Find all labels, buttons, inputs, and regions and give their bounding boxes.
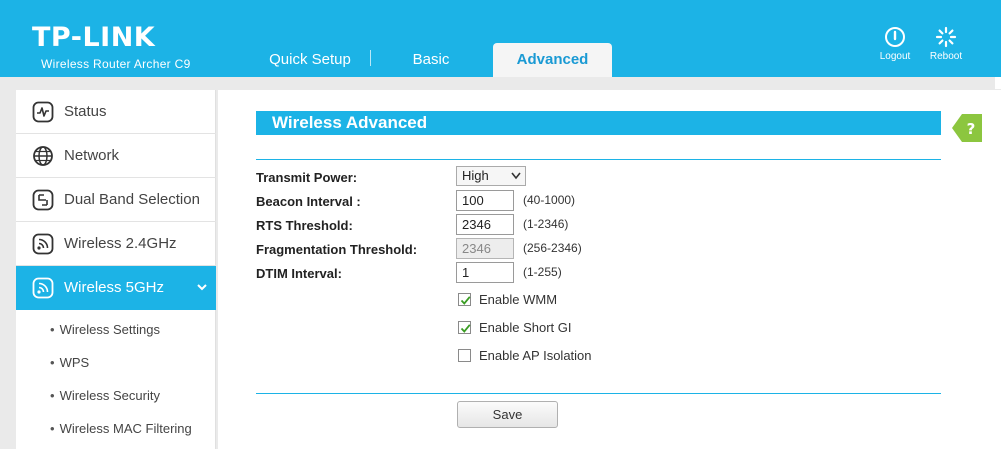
wifi-icon xyxy=(32,233,54,255)
enable-wmm-label: Enable WMM xyxy=(479,292,558,307)
sidebar-item-label: Dual Band Selection xyxy=(64,191,200,208)
submenu-wireless-security[interactable]: Wireless Security xyxy=(50,386,160,406)
submenu-mac-filtering[interactable]: Wireless MAC Filtering xyxy=(50,419,192,439)
model-name: Wireless Router Archer C9 xyxy=(41,57,191,71)
transmit-power-value: High xyxy=(462,168,489,183)
enable-ap-isolation-checkbox[interactable] xyxy=(458,349,471,362)
top-divider xyxy=(256,159,941,160)
enable-short-gi-label: Enable Short GI xyxy=(479,320,572,335)
fragmentation-threshold-label: Fragmentation Threshold: xyxy=(256,242,418,257)
dtim-interval-input[interactable] xyxy=(456,262,514,283)
sidebar-item-dual-band[interactable]: Dual Band Selection xyxy=(16,178,216,222)
enable-short-gi-checkbox[interactable] xyxy=(458,321,471,334)
dtim-interval-label: DTIM Interval: xyxy=(256,266,342,281)
rts-threshold-label: RTS Threshold: xyxy=(256,218,353,233)
submenu-wps[interactable]: WPS xyxy=(50,353,90,373)
reboot-icon xyxy=(935,26,957,48)
main-panel: Wireless Advanced ? Transmit Power: High… xyxy=(218,90,1001,449)
power-icon xyxy=(885,27,905,47)
help-label: ? xyxy=(967,120,976,138)
dtim-interval-range: (1-255) xyxy=(523,265,562,279)
sidebar-item-status[interactable]: Status xyxy=(16,90,216,134)
top-header: TP-LINK Wireless Router Archer C9 Quick … xyxy=(0,0,1001,77)
sidebar-item-label: Network xyxy=(64,147,120,164)
rts-threshold-range: (1-2346) xyxy=(523,217,569,231)
beacon-interval-label: Beacon Interval : xyxy=(256,194,361,209)
sidebar-item-wireless-5[interactable]: Wireless 5GHz xyxy=(16,266,216,310)
brand-logo: TP-LINK xyxy=(32,22,156,53)
beacon-interval-input[interactable] xyxy=(456,190,514,211)
chevron-down-icon xyxy=(511,172,521,180)
submenu-wireless-settings[interactable]: Wireless Settings xyxy=(50,320,160,340)
reboot-button[interactable]: Reboot xyxy=(926,26,966,62)
sidebar-item-wireless-24[interactable]: Wireless 2.4GHz xyxy=(16,222,216,266)
sidebar-item-label: Wireless 5GHz xyxy=(64,279,165,296)
sidebar: Status Network Dual Band Selection Wirel… xyxy=(16,90,216,449)
logout-button[interactable]: Logout xyxy=(875,26,915,62)
tab-divider xyxy=(370,50,371,66)
reboot-label: Reboot xyxy=(929,51,963,62)
checkmark-icon xyxy=(460,324,471,333)
tab-advanced[interactable]: Advanced xyxy=(493,43,612,77)
globe-icon xyxy=(33,146,53,166)
sidebar-item-network[interactable]: Network xyxy=(16,134,216,178)
checkmark-icon xyxy=(460,296,471,305)
header-gap xyxy=(0,77,1001,89)
sidebar-item-label: Wireless 2.4GHz xyxy=(64,235,177,252)
status-icon xyxy=(32,101,54,123)
transmit-power-select[interactable]: High xyxy=(456,166,526,186)
chevron-down-icon xyxy=(197,284,207,291)
logout-label: Logout xyxy=(879,51,911,62)
tab-quick-setup[interactable]: Quick Setup xyxy=(248,43,372,77)
save-button[interactable]: Save xyxy=(457,401,558,428)
fragmentation-threshold-range: (256-2346) xyxy=(523,241,582,255)
transmit-power-label: Transmit Power: xyxy=(256,170,358,185)
section-title: Wireless Advanced xyxy=(256,111,941,135)
tab-basic[interactable]: Basic xyxy=(372,43,490,77)
rts-threshold-input[interactable] xyxy=(456,214,514,235)
enable-wmm-checkbox[interactable] xyxy=(458,293,471,306)
enable-ap-isolation-label: Enable AP Isolation xyxy=(479,348,592,363)
bottom-divider xyxy=(256,393,941,394)
help-icon[interactable]: ? xyxy=(952,114,982,142)
sidebar-item-label: Status xyxy=(64,103,107,120)
beacon-interval-range: (40-1000) xyxy=(523,193,576,207)
fragmentation-threshold-input xyxy=(456,238,514,259)
wifi-icon xyxy=(32,277,54,299)
dual-band-icon xyxy=(32,189,54,211)
